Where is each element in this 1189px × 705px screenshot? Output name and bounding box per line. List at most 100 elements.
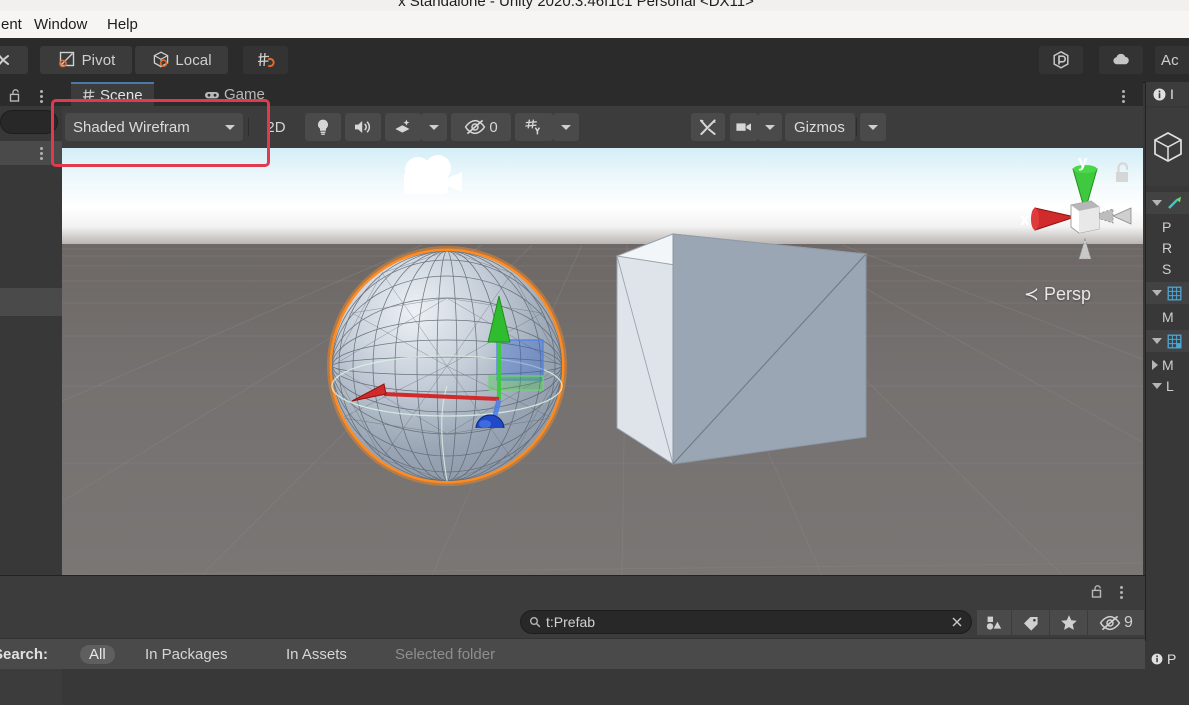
pivot-icon	[58, 51, 74, 68]
clear-icon[interactable]	[951, 616, 963, 628]
filter-by-label-button[interactable]	[1012, 610, 1050, 635]
project-menu-button[interactable]	[1120, 586, 1123, 599]
effects-dropdown[interactable]	[421, 113, 447, 141]
collab-button[interactable]	[1039, 46, 1083, 74]
grid-visibility-icon	[525, 119, 541, 135]
project-hidden-button[interactable]: 9	[1088, 610, 1144, 635]
inspector-row-mesh[interactable]: M	[1146, 306, 1189, 327]
pivot-mode-button[interactable]: Pivot	[40, 46, 132, 74]
menu-item-help[interactable]: Help	[102, 15, 143, 34]
filter-by-label-icon	[1023, 616, 1038, 631]
project-asset-grid[interactable]	[0, 669, 1145, 705]
inspector-mesh-filter-section[interactable]	[1146, 282, 1189, 304]
project-search-input[interactable]: t:Prefab	[520, 610, 972, 634]
hierarchy-lock-button[interactable]	[8, 88, 22, 106]
menu-item-component[interactable]: ent	[0, 15, 27, 34]
scope-in-packages-button[interactable]: In Packages	[136, 645, 237, 664]
tab-scene[interactable]: Scene	[71, 82, 154, 106]
toggle-audio-button[interactable]	[345, 113, 381, 141]
grid-dropdown[interactable]	[553, 113, 579, 141]
inspector-row-position[interactable]: P	[1146, 216, 1189, 237]
scope-all-button[interactable]: All	[80, 645, 115, 664]
project-panel-header	[0, 575, 1145, 610]
axis-x-label: x	[1020, 210, 1030, 229]
info-icon	[1151, 653, 1163, 665]
chevron-down-icon	[429, 124, 439, 130]
gizmo-plane-xz	[497, 340, 543, 380]
scene-camera-icon	[736, 123, 751, 131]
account-button[interactable]: Ac	[1155, 46, 1189, 74]
hierarchy-row-hover[interactable]	[0, 288, 62, 316]
chevron-down-icon	[765, 124, 775, 130]
projection-mode-label[interactable]: ≺ Persp	[1024, 284, 1091, 305]
hierarchy-row-selected[interactable]	[0, 141, 62, 165]
title-bar: x Standalone - Unity 2020.3.46f1c1 Perso…	[0, 0, 1189, 11]
scope-in-assets-button[interactable]: In Assets	[277, 645, 356, 664]
hidden-object-count: 0	[489, 118, 498, 136]
scene-viewport[interactable]: x y ≺ Persp	[62, 148, 1143, 575]
project-search-value: t:Prefab	[546, 614, 596, 630]
scene-panel-menu-button[interactable]	[1122, 90, 1125, 103]
component-tools-button[interactable]	[691, 113, 725, 141]
inspector-preview-header[interactable]: P	[1151, 651, 1176, 667]
project-lock-button[interactable]	[1090, 584, 1104, 602]
hierarchy-menu-button[interactable]	[40, 90, 43, 103]
tab-game[interactable]: Game	[193, 82, 276, 106]
gizmos-button[interactable]: Gizmos	[785, 113, 855, 141]
draw-mode-dropdown[interactable]: Shaded Wirefram	[65, 113, 243, 141]
project-folder-tree[interactable]	[0, 669, 62, 705]
window-title: x Standalone - Unity 2020.3.46f1c1 Perso…	[398, 0, 754, 10]
mesh-renderer-icon	[1167, 334, 1182, 348]
transform-tool-button[interactable]	[0, 46, 28, 74]
inspector-object-header	[1146, 108, 1189, 186]
gizmo-axis-x	[383, 392, 500, 401]
local-space-icon	[154, 51, 169, 68]
tab-inspector[interactable]: I	[1146, 82, 1189, 106]
hierarchy-search-input[interactable]	[0, 110, 58, 134]
axis-y-label: y	[1078, 153, 1088, 171]
search-scope-label: Search:	[0, 646, 49, 663]
scene-camera-dropdown[interactable]	[758, 113, 782, 141]
gizmos-dropdown[interactable]	[860, 113, 886, 141]
account-label: Ac	[1161, 51, 1179, 69]
pivot-label: Pivot	[81, 51, 116, 69]
inspector-row-materials[interactable]: M	[1146, 354, 1189, 375]
menu-item-window[interactable]: Window	[29, 15, 92, 34]
cube-icon	[1154, 132, 1182, 162]
filter-favorites-button[interactable]	[1050, 610, 1088, 635]
cube-object[interactable]	[610, 224, 880, 484]
project-hidden-count: 9	[1124, 613, 1133, 631]
lock-open-icon	[1116, 162, 1129, 182]
scene-orientation-gizmo[interactable]: x y	[1005, 153, 1140, 273]
toggle-effects-button[interactable]	[385, 113, 421, 141]
grid-snap-button[interactable]	[243, 46, 288, 74]
chevron-down-icon	[225, 124, 235, 130]
camera-gizmo-icon[interactable]	[392, 154, 470, 200]
grid-visibility-button[interactable]	[515, 113, 553, 141]
scene-visibility-button[interactable]: 0	[451, 113, 511, 141]
toggle-2d-button[interactable]: 2D	[255, 113, 297, 141]
speaker-icon	[355, 121, 371, 133]
transform-icon	[1168, 196, 1181, 209]
info-icon	[1153, 88, 1166, 100]
hierarchy-row-menu[interactable]	[40, 147, 43, 160]
scope-selected-folder-button[interactable]: Selected folder	[386, 645, 504, 664]
scene-camera-button[interactable]	[730, 113, 758, 141]
cloud-button[interactable]	[1099, 46, 1143, 74]
filter-by-type-button[interactable]	[977, 610, 1012, 635]
inspector-row-scale[interactable]: S	[1146, 258, 1189, 279]
toggle-lighting-button[interactable]	[305, 113, 341, 141]
handle-space-button[interactable]: Local	[135, 46, 228, 74]
component-tools-icon	[700, 119, 716, 135]
mode-2d-label: 2D	[266, 118, 286, 136]
chevron-down-icon	[1152, 382, 1162, 389]
translate-gizmo[interactable]	[342, 228, 562, 428]
inspector-transform-section[interactable]	[1146, 192, 1189, 214]
chevron-down-icon	[561, 124, 571, 130]
inspector-row-rotation[interactable]: R	[1146, 237, 1189, 258]
scene-view-toolbar: Shaded Wirefram 2D 0 Gizmos	[62, 106, 1143, 246]
chevron-down-icon	[1152, 290, 1162, 296]
gamepad-icon	[205, 91, 219, 98]
inspector-row-lighting[interactable]: L	[1146, 375, 1189, 396]
inspector-mesh-renderer-section[interactable]	[1146, 330, 1189, 352]
